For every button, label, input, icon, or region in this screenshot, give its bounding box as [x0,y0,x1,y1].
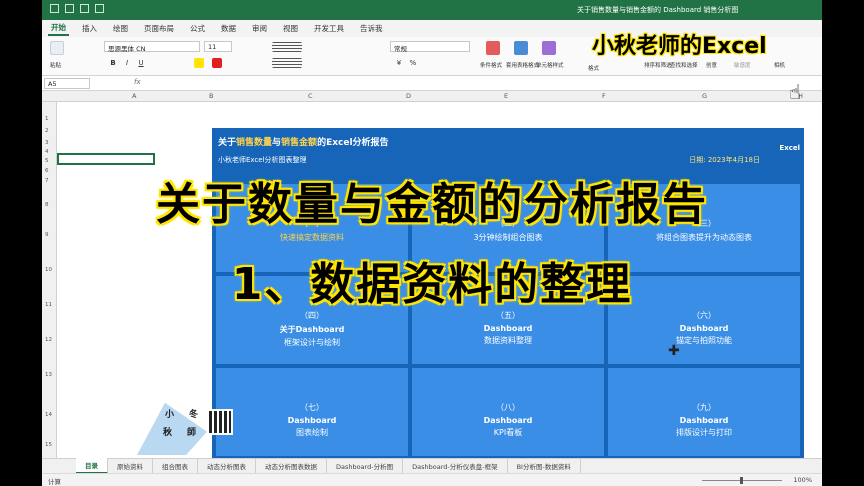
conditional-format-label: 条件格式 [480,63,503,69]
row-header[interactable]: 15 [45,442,52,448]
window-title: 关于销售数量与销售金额的 Dashboard 销售分析图 [577,6,739,14]
excel-window: 关于销售数量与销售金额的 Dashboard 销售分析图 开始 插入 绘图 页面… [42,0,822,486]
name-box[interactable]: A5 [44,78,90,89]
tab-data[interactable]: 数据 [218,22,239,35]
align-horizontal-icon[interactable] [272,58,302,68]
save-icon[interactable] [65,4,74,13]
overlay-subtitle: 1、数据资料的整理 [231,259,633,310]
quick-access-toolbar [50,4,104,13]
conditional-format-icon[interactable] [486,41,500,55]
status-text: 计算 [48,478,61,486]
tab-insert[interactable]: 插入 [79,22,100,35]
fill-color-icon[interactable] [194,58,204,68]
logo-char: 秋 [163,428,173,438]
bold-button[interactable]: B [108,59,118,67]
table-format-label: 套用表格格式 [506,63,540,69]
column-header[interactable]: B [209,92,213,100]
tab-tell-me[interactable]: 告诉我 [357,22,386,35]
row-header[interactable]: 13 [45,372,52,378]
column-header[interactable]: G [702,92,707,100]
column-header[interactable]: F [602,92,606,100]
hand-cursor-icon: ☝ [789,80,802,104]
logo: 小 冬 秋 師 [137,397,237,455]
overlay-main-title: 关于数量与金额的分析报告 [156,179,708,230]
sheet-tab[interactable]: 原始资料 [108,459,153,473]
sheet-tab[interactable]: 组合图表 [153,459,198,473]
font-color-icon[interactable] [212,58,222,68]
status-bar: 计算 100% [42,473,822,486]
row-header[interactable]: 9 [45,232,49,238]
align-icon[interactable] [272,42,302,52]
row-header[interactable]: 14 [45,412,52,418]
logo-char: 小 [165,410,175,420]
redo-icon[interactable] [95,4,104,13]
formula-bar: A5 fx [42,76,822,91]
selected-cell[interactable] [57,153,155,165]
format-label[interactable]: 格式 [588,64,599,72]
column-header[interactable]: C [308,92,313,100]
number-format-select[interactable]: 常规 [390,41,470,53]
tab-view[interactable]: 视图 [280,22,301,35]
menu-cell-7[interactable]: （七） Dashboard 图表绘制 [216,368,408,456]
underline-button[interactable]: U [136,59,146,67]
camera-label[interactable]: 相机 [774,61,785,69]
autosave-icon[interactable] [50,4,59,13]
sheet-tabs: 目录 原始资料 组合图表 动态分析图表 动态分析图表数据 Dashboard-分… [42,458,822,474]
fx-icon[interactable]: fx [134,78,141,86]
sheet-tab[interactable]: Dashboard-分析图 [327,459,404,473]
panel-subtitle: 小秋老师Excel分析图表整理 [218,156,307,164]
logo-char: 冬 [189,410,199,420]
row-header[interactable]: 5 [45,158,49,164]
cell-cursor-icon: ✚ [668,343,680,359]
sheet-tab[interactable]: 目录 [76,458,108,474]
find-label[interactable]: 查找和选择 [670,61,698,69]
tab-review[interactable]: 审阅 [249,22,270,35]
column-header[interactable]: D [406,92,411,100]
italic-button[interactable]: I [122,59,132,67]
cell-style-label: 单元格样式 [536,63,564,69]
sort-label[interactable]: 排序和筛选 [644,61,672,69]
paste-icon[interactable] [50,41,64,55]
zoom-level[interactable]: 100% [793,476,812,484]
tab-formulas[interactable]: 公式 [187,22,208,35]
create-label[interactable]: 创意 [706,61,717,69]
zoom-slider[interactable] [702,477,782,484]
paste-label: 粘贴 [50,63,62,69]
tab-developer[interactable]: 开发工具 [311,22,347,35]
sheet-tab[interactable]: BI分析图-数据资料 [508,459,581,473]
font-name-select[interactable]: 思源黑体 CN [104,41,200,53]
table-format-icon[interactable] [514,41,528,55]
sheet-tab[interactable]: 动态分析图表数据 [256,459,327,473]
row-header[interactable]: 4 [45,149,49,155]
row-header[interactable]: 3 [45,140,49,146]
row-header[interactable]: 2 [45,128,49,134]
menu-cell-8[interactable]: （八） Dashboard KPI看板 [412,368,604,456]
column-header[interactable]: E [504,92,508,100]
overlay-brand: 小秋老师的Excel [592,34,767,59]
title-bar: 关于销售数量与销售金额的 Dashboard 销售分析图 [42,0,822,20]
logo-char: 師 [187,428,197,438]
column-header[interactable]: A [132,92,136,100]
panel-date: 日期: 2023年4月18日 [689,156,760,164]
sheet-tab[interactable]: 动态分析图表 [198,459,256,473]
undo-icon[interactable] [80,4,89,13]
currency-icon[interactable]: ¥ [394,59,404,67]
tab-home[interactable]: 开始 [48,21,69,36]
sensitivity-label[interactable]: 敏感度 [734,61,751,69]
percent-icon[interactable]: % [408,59,418,67]
menu-cell-9[interactable]: （九） Dashboard 排版设计与打印 [608,368,800,456]
font-size-select[interactable]: 11 [204,41,232,52]
tab-draw[interactable]: 绘图 [110,22,131,35]
panel-brand: Excel [779,144,800,152]
cell-style-icon[interactable] [542,41,556,55]
column-headers: A B C D E F G H [42,91,822,102]
qr-code [207,409,233,435]
panel-title: 关于销售数量与销售金额的Excel分析报告 [218,138,389,148]
row-header[interactable]: 12 [45,337,52,343]
tab-page-layout[interactable]: 页面布局 [141,22,177,35]
row-header[interactable]: 1 [45,116,49,122]
sheet-tab[interactable]: Dashboard-分析仪表盘-框架 [403,459,508,473]
